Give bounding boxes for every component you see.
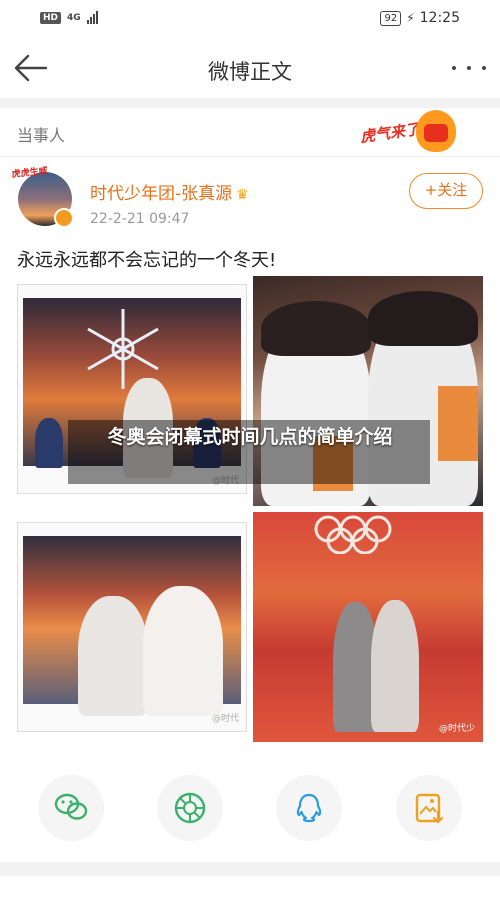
divider-band (0, 98, 500, 108)
top-navigation: 微博正文 (0, 38, 500, 98)
photo-person (35, 418, 63, 468)
post-time: 22-2-21 09:47 (90, 211, 190, 227)
battery-icon: 92 (380, 10, 402, 26)
author-name-text: 时代少年团-张真源 (90, 184, 233, 204)
comments-tab-bar (0, 876, 500, 900)
more-dot-icon (482, 66, 486, 70)
tiger-sticker: 虎气来了 (359, 110, 460, 154)
post-photo-3[interactable]: @时代 (17, 522, 247, 732)
more-dot-icon (467, 66, 471, 70)
qq-icon (296, 793, 322, 823)
photo-watermark: @时代少 (438, 724, 475, 734)
network-status: HD 4G (40, 11, 98, 24)
avatar[interactable]: 虎虎生威 (11, 166, 74, 228)
accreditation-badge (438, 386, 478, 461)
post-header: 虎虎生威 时代少年团-张真源 ♛ 22-2-21 09:47 +关注 (0, 157, 500, 237)
photo-scene (23, 536, 241, 716)
clock: 12:25 (419, 10, 460, 26)
photo-watermark: @时代 (211, 714, 239, 724)
photo-person (143, 586, 223, 716)
photo-person (78, 596, 148, 716)
author-name[interactable]: 时代少年团-张真源 ♛ (90, 179, 249, 204)
share-qq-button[interactable] (276, 775, 342, 841)
sticker-text: 虎气来了 (359, 119, 422, 147)
post-photo-4[interactable]: @时代少 (253, 512, 483, 742)
tiger-paw-icon (416, 110, 456, 152)
olympic-rings-icon (314, 515, 392, 554)
post-text: 永远永远都不会忘记的一个冬天! (17, 250, 277, 271)
photo-person (371, 600, 419, 732)
hair (261, 301, 371, 356)
save-image-button[interactable] (396, 775, 462, 841)
hd-badge: HD (40, 11, 62, 24)
share-row (0, 770, 500, 848)
charging-icon: ⚡ (406, 11, 415, 25)
share-moments-button[interactable] (157, 775, 223, 841)
avatar-decoration: 虎虎生威 (11, 166, 49, 181)
status-right: 92 ⚡ 12:25 (380, 10, 460, 26)
section-header: 当事人 虎气来了 (0, 108, 500, 157)
wechat-icon (54, 793, 88, 820)
more-dot-icon (452, 66, 456, 70)
verified-badge-icon (54, 208, 74, 228)
divider-band (0, 862, 500, 876)
status-bar: HD 4G 92 ⚡ 12:25 (0, 0, 500, 38)
more-options-button[interactable] (452, 55, 486, 81)
share-wechat-button[interactable] (38, 775, 104, 841)
follow-button[interactable]: +关注 (409, 173, 483, 209)
page-title: 微博正文 (208, 60, 292, 84)
signal-icon (86, 11, 98, 24)
save-image-icon (415, 793, 444, 824)
hair (368, 291, 478, 346)
overlay-caption: 冬奥会闭幕式时间几点的简单介绍 (107, 426, 393, 448)
network-type: 4G (67, 12, 81, 23)
crown-icon: ♛ (236, 187, 249, 203)
section-label: 当事人 (17, 126, 66, 145)
moments-icon (174, 792, 206, 824)
